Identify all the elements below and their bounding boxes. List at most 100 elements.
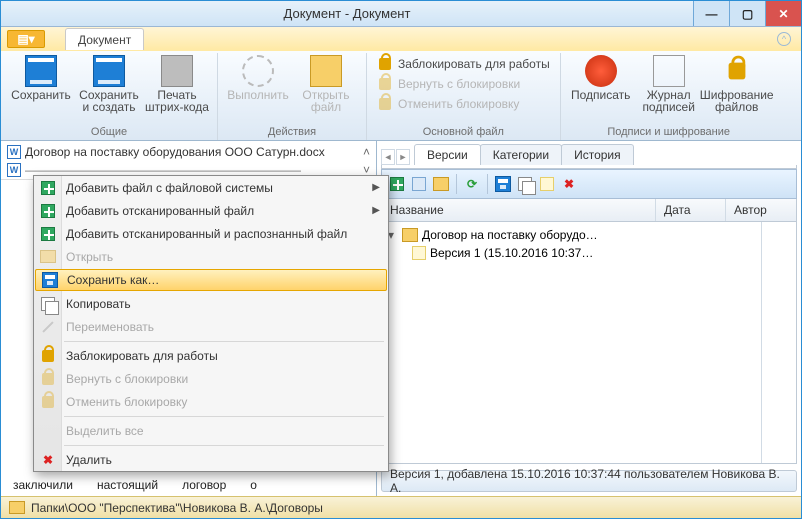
lock-for-work-button[interactable]: Заблокировать для работы	[375, 55, 552, 73]
cm-cancel-lock: Отменить блокировку	[34, 390, 388, 413]
versions-tree: ▾ Договор на поставку оборудо… Версия 1 …	[381, 222, 797, 464]
maximize-button[interactable]: ▢	[729, 1, 765, 26]
tabs-row: ◄ ► Версии Категории История	[377, 141, 801, 165]
file-list-item[interactable]: W Договор на поставку оборудования ООО С…	[1, 143, 376, 161]
right-pane: ◄ ► Версии Категории История ⟳ ✖	[377, 141, 801, 496]
close-button[interactable]: ✕	[765, 1, 801, 26]
tab-categories[interactable]: Категории	[480, 144, 562, 165]
signatures-journal-button[interactable]: Журнал подписей	[637, 53, 701, 113]
cm-copy[interactable]: Копировать	[34, 292, 388, 315]
add-from-fs-icon[interactable]	[388, 175, 406, 193]
cm-delete[interactable]: ✖ Удалить	[34, 448, 388, 471]
tab-scroll-right[interactable]: ►	[396, 149, 410, 165]
doc-word: о	[250, 478, 257, 492]
barcode-icon	[161, 55, 193, 87]
chevron-up-icon[interactable]: ˄	[363, 145, 370, 159]
cm-unlock: Вернуть с блокировки	[34, 367, 388, 390]
journal-icon	[653, 55, 685, 87]
quick-access-row: ▤▾ Документ ^	[1, 27, 801, 51]
cancel-lock-button: Отменить блокировку	[375, 95, 552, 113]
add-scan-icon[interactable]	[410, 175, 428, 193]
encrypt-files-button[interactable]: Шифрование файлов	[705, 53, 769, 113]
padlock-icon	[721, 55, 753, 87]
cm-add-scan[interactable]: Добавить отсканированный файл ▶	[34, 199, 388, 222]
save-button[interactable]: Сохранить	[9, 53, 73, 101]
cm-rename: Переименовать	[34, 315, 388, 338]
doc-word: настоящий	[97, 478, 158, 492]
collapse-icon[interactable]: ▾	[388, 228, 398, 242]
ribbon-tab-document[interactable]: Документ	[65, 28, 144, 50]
col-author[interactable]: Автор	[726, 199, 796, 221]
unlock-icon	[39, 370, 57, 388]
submenu-arrow-icon: ▶	[372, 182, 380, 193]
open-folder-icon	[310, 55, 342, 87]
folder-icon	[402, 228, 418, 242]
context-menu: Добавить файл с файловой системы ▶ Добав…	[33, 175, 389, 472]
ribbon-group-actions: Выполнить Открыть файл Действия	[218, 53, 367, 140]
cm-add-from-fs[interactable]: Добавить файл с файловой системы ▶	[34, 176, 388, 199]
doc-word: заключили	[13, 478, 73, 492]
ribbon-group-main-file: Заблокировать для работы Вернуть с блоки…	[367, 53, 561, 140]
execute-button: Выполнить	[226, 53, 290, 101]
refresh-icon[interactable]: ⟳	[463, 175, 481, 193]
col-name[interactable]: Название	[382, 199, 656, 221]
seal-icon	[585, 55, 617, 87]
cm-select-all: Выделить все	[34, 419, 388, 442]
tab-history[interactable]: История	[561, 144, 634, 165]
return-from-lock-button: Вернуть с блокировки	[375, 75, 552, 93]
note-icon[interactable]	[538, 175, 556, 193]
add-scan-ocr-icon	[39, 225, 57, 243]
version-status: Версия 1, добавлена 15.10.2016 10:37:44 …	[381, 470, 797, 492]
ribbon-group-common: Сохранить Сохранить и создать Печать штр…	[1, 53, 218, 140]
doc-word: логовор	[182, 478, 226, 492]
pencil-icon	[39, 318, 57, 336]
lock-icon	[377, 56, 393, 72]
ribbon-group-sign: Подписать Журнал подписей Шифрование фай…	[561, 53, 777, 140]
cm-save-as[interactable]: Сохранить как…	[35, 269, 387, 291]
floppy-folder-icon	[93, 55, 125, 87]
help-icon[interactable]: ^	[777, 32, 791, 46]
save-as-icon[interactable]	[494, 175, 512, 193]
lock-icon	[39, 347, 57, 365]
open-folder-icon	[39, 248, 57, 266]
copy-icon	[39, 295, 57, 313]
window-title: Документ - Документ	[1, 6, 693, 21]
minimize-button[interactable]: —	[693, 1, 729, 26]
versions-toolbar: ⟳ ✖	[381, 169, 797, 199]
open-icon[interactable]	[432, 175, 450, 193]
cancel-lock-icon	[377, 96, 393, 112]
word-doc-icon: W	[7, 145, 21, 159]
titlebar: Документ - Документ — ▢ ✕	[1, 1, 801, 27]
submenu-arrow-icon: ▶	[372, 205, 380, 216]
delete-icon: ✖	[39, 451, 57, 469]
floppy-icon	[41, 271, 59, 289]
cm-open: Открыть	[34, 245, 388, 268]
col-date[interactable]: Дата	[656, 199, 726, 221]
tab-versions[interactable]: Версии	[414, 144, 481, 165]
tree-child[interactable]: Версия 1 (15.10.2016 10:37…	[382, 244, 761, 262]
unlock-icon	[377, 76, 393, 92]
cancel-lock-icon	[39, 393, 57, 411]
add-scan-icon	[39, 202, 57, 220]
versions-columns: Название Дата Автор	[381, 199, 797, 222]
tab-scroll-left[interactable]: ◄	[381, 149, 395, 165]
quick-access-menu[interactable]: ▤▾	[7, 30, 45, 48]
sign-button[interactable]: Подписать	[569, 53, 633, 101]
breadcrumb-text[interactable]: Папки\ООО "Перспектива"\Новикова В. А.\Д…	[31, 501, 323, 515]
ribbon: Сохранить Сохранить и создать Печать штр…	[1, 51, 801, 141]
version-icon	[412, 246, 426, 260]
print-barcode-button[interactable]: Печать штрих-кода	[145, 53, 209, 113]
add-file-icon	[39, 179, 57, 197]
copy-icon[interactable]	[516, 175, 534, 193]
select-all-icon	[39, 422, 57, 440]
breadcrumb-bar: Папки\ООО "Перспектива"\Новикова В. А.\Д…	[1, 496, 801, 518]
word-doc-icon: W	[7, 163, 21, 177]
folder-icon	[9, 501, 25, 514]
gears-icon	[242, 55, 274, 87]
cm-lock[interactable]: Заблокировать для работы	[34, 344, 388, 367]
tree-root[interactable]: ▾ Договор на поставку оборудо…	[382, 226, 761, 244]
delete-icon[interactable]: ✖	[560, 175, 578, 193]
open-file-button: Открыть файл	[294, 53, 358, 113]
cm-add-scan-ocr[interactable]: Добавить отсканированный и распознанный …	[34, 222, 388, 245]
save-and-create-button[interactable]: Сохранить и создать	[77, 53, 141, 113]
